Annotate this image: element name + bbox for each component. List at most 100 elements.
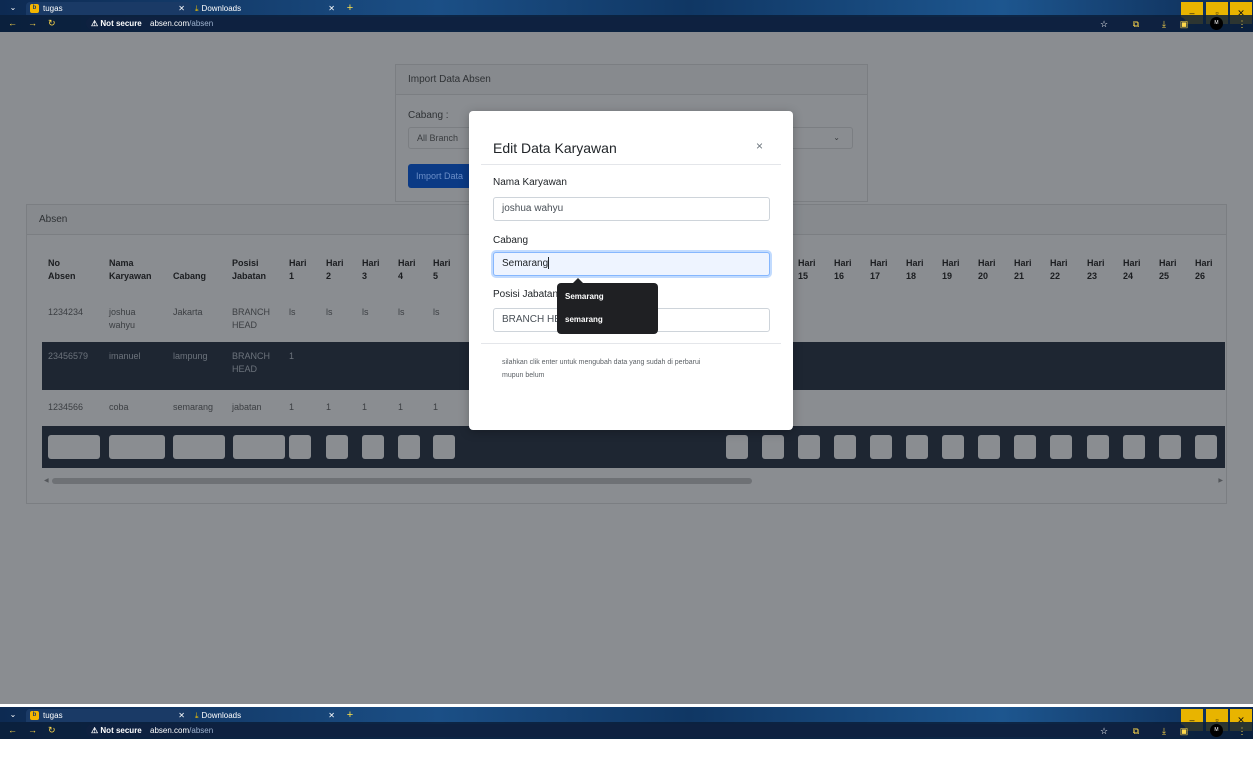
scrollbar-thumb[interactable] bbox=[52, 478, 752, 484]
bookmark-star-icon[interactable]: ☆ bbox=[1098, 725, 1110, 737]
scroll-right-icon[interactable]: ▶ bbox=[1218, 476, 1223, 486]
tab-title: tugas bbox=[43, 711, 63, 720]
hari-input[interactable] bbox=[433, 435, 455, 459]
not-secure-warning[interactable]: ⚠ Not secure bbox=[91, 726, 142, 735]
hari-input[interactable] bbox=[1087, 435, 1109, 459]
tab-close-icon[interactable]: ✕ bbox=[178, 709, 185, 722]
cabang-input[interactable] bbox=[173, 435, 225, 459]
tab-close-icon[interactable]: ✕ bbox=[328, 2, 335, 15]
tab-close-icon[interactable]: ✕ bbox=[328, 709, 335, 722]
profile-avatar[interactable]: M bbox=[1210, 17, 1223, 30]
cabang-field[interactable]: Semarang bbox=[493, 252, 770, 276]
cell-hari[interactable]: ls bbox=[362, 306, 369, 319]
cell-hari[interactable]: 1 bbox=[398, 401, 403, 414]
menu-kebab-icon[interactable]: ⋮ bbox=[1236, 725, 1248, 737]
cell-hari[interactable]: 1 bbox=[289, 350, 294, 363]
forward-icon[interactable]: → bbox=[28, 725, 37, 735]
th-hari: Hari 16 bbox=[834, 258, 852, 281]
not-secure-warning[interactable]: ⚠ Not secure bbox=[91, 19, 142, 28]
cell-no-absen: 1234234 bbox=[48, 307, 84, 317]
cell-hari[interactable]: ls bbox=[433, 306, 440, 319]
cell-hari[interactable]: ls bbox=[289, 306, 296, 319]
scroll-left-icon[interactable]: ◀ bbox=[44, 476, 49, 486]
th-hari: Hari 5 bbox=[433, 258, 451, 281]
hari-input[interactable] bbox=[906, 435, 928, 459]
cell-hari[interactable]: 1 bbox=[326, 401, 331, 414]
th-hari: Hari 17 bbox=[870, 258, 888, 281]
hari-input[interactable] bbox=[326, 435, 348, 459]
hari-input[interactable] bbox=[834, 435, 856, 459]
nama-input[interactable] bbox=[109, 435, 165, 459]
th-cabang: Cabang bbox=[173, 271, 207, 281]
side-panel-icon[interactable]: ▣ bbox=[1178, 725, 1190, 737]
download-icon: ⤓ bbox=[195, 4, 199, 13]
cell-hari[interactable]: 1 bbox=[433, 401, 438, 414]
tab-tugas[interactable]: b tugas ✕ bbox=[26, 2, 191, 15]
hari-input[interactable] bbox=[870, 435, 892, 459]
modal-title: Edit Data Karyawan bbox=[493, 140, 617, 156]
tab-close-icon[interactable]: ✕ bbox=[178, 2, 185, 15]
cell-hari[interactable]: ls bbox=[398, 306, 405, 319]
bookmark-star-icon[interactable]: ☆ bbox=[1098, 18, 1110, 30]
url-host: absen.com bbox=[150, 726, 190, 735]
autocomplete-pointer bbox=[573, 278, 583, 283]
hari-input[interactable] bbox=[978, 435, 1000, 459]
hari-input[interactable] bbox=[726, 435, 748, 459]
extensions-icon[interactable]: ⧉ bbox=[1130, 18, 1142, 30]
tab-tugas[interactable]: b tugas ✕ bbox=[26, 709, 191, 722]
hari-input[interactable] bbox=[289, 435, 311, 459]
th-hari: Hari 19 bbox=[942, 258, 960, 281]
hari-input[interactable] bbox=[1123, 435, 1145, 459]
back-icon[interactable]: ← bbox=[8, 18, 17, 28]
url-host: absen.com bbox=[150, 19, 190, 28]
reload-icon[interactable]: ↻ bbox=[48, 725, 56, 736]
downloads-icon[interactable]: ⤓ bbox=[1158, 18, 1170, 30]
new-tab-icon[interactable]: + bbox=[344, 2, 356, 14]
cell-hari[interactable]: 1 bbox=[289, 401, 294, 414]
profile-avatar[interactable]: M bbox=[1210, 724, 1223, 737]
horizontal-scrollbar[interactable]: ◀ ▶ bbox=[42, 476, 1225, 486]
hari-input[interactable] bbox=[942, 435, 964, 459]
autocomplete-option[interactable]: Semarang bbox=[565, 292, 604, 301]
hari-input[interactable] bbox=[1159, 435, 1181, 459]
nama-karyawan-field[interactable]: joshua wahyu bbox=[493, 197, 770, 221]
th-hari: Hari 25 bbox=[1159, 258, 1177, 281]
autocomplete-option[interactable]: semarang bbox=[565, 315, 603, 324]
hari-input[interactable] bbox=[362, 435, 384, 459]
reload-icon[interactable]: ↻ bbox=[48, 18, 56, 29]
th-hari: Hari 1 bbox=[289, 258, 307, 281]
hari-input[interactable] bbox=[1195, 435, 1217, 459]
menu-kebab-icon[interactable]: ⋮ bbox=[1236, 18, 1248, 30]
tab-downloads[interactable]: ⤓ Downloads ✕ bbox=[191, 2, 341, 15]
cell-hari[interactable]: ls bbox=[326, 306, 333, 319]
hari-input[interactable] bbox=[1014, 435, 1036, 459]
cell-cabang: Jakarta bbox=[173, 307, 203, 317]
hari-input[interactable] bbox=[798, 435, 820, 459]
forward-icon[interactable]: → bbox=[28, 18, 37, 28]
tab-downloads[interactable]: ⤓ Downloads ✕ bbox=[191, 709, 341, 722]
side-panel-icon[interactable]: ▣ bbox=[1178, 18, 1190, 30]
tab-search-icon[interactable]: ⌄ bbox=[6, 709, 20, 720]
url-input[interactable]: ⚠ Not secure absen.com/absen bbox=[86, 724, 1186, 737]
no-absen-input[interactable] bbox=[48, 435, 100, 459]
address-bar: ← → ↻ ⚠ Not secure absen.com/absen ☆ ⧉ ⤓… bbox=[0, 722, 1253, 739]
hari-input[interactable] bbox=[398, 435, 420, 459]
posisi-jabatan-label: Posisi Jabatan bbox=[493, 289, 559, 300]
url-input[interactable]: ⚠ Not secure absen.com/absen bbox=[86, 17, 1186, 30]
th-posisi-jabatan: Posisi Jabatan bbox=[232, 258, 267, 281]
modal-header-divider bbox=[481, 164, 781, 165]
tab-search-icon[interactable]: ⌄ bbox=[6, 2, 20, 13]
cell-hari[interactable]: 1 bbox=[362, 401, 367, 414]
modal-body-divider bbox=[481, 343, 781, 344]
new-tab-icon[interactable]: + bbox=[344, 709, 356, 721]
hari-input[interactable] bbox=[1050, 435, 1072, 459]
url-path: /absen bbox=[189, 19, 214, 28]
th-hari: Hari 20 bbox=[978, 258, 996, 281]
posisi-input[interactable] bbox=[233, 435, 285, 459]
extensions-icon[interactable]: ⧉ bbox=[1130, 725, 1142, 737]
back-icon[interactable]: ← bbox=[8, 725, 17, 735]
hari-input[interactable] bbox=[762, 435, 784, 459]
downloads-icon[interactable]: ⤓ bbox=[1158, 725, 1170, 737]
cell-posisi: BRANCH HEAD bbox=[232, 351, 271, 374]
modal-close-icon[interactable]: × bbox=[756, 139, 763, 153]
